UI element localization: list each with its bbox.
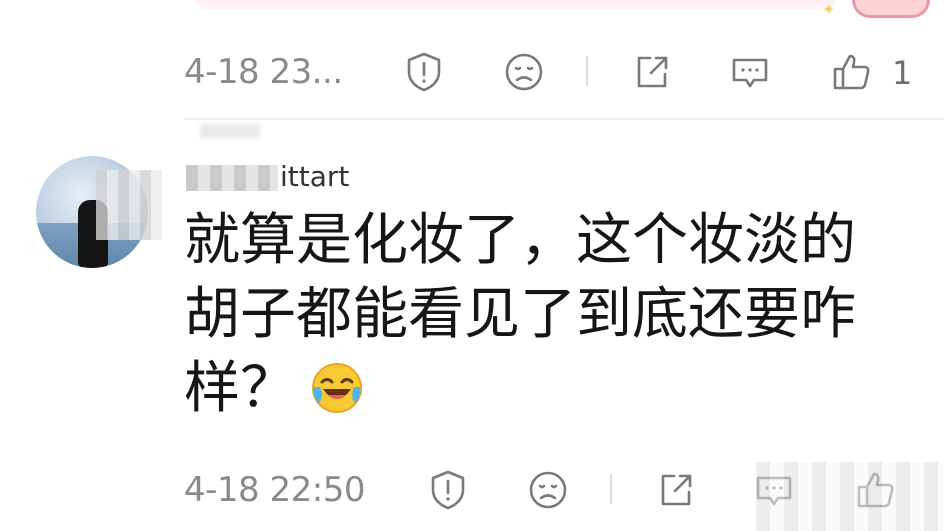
comment-body: 就算是化妆了，这个妆淡的 胡子都能看见了到底还要咋 样？ — [184, 204, 904, 426]
sticker-image-remnant — [852, 0, 930, 18]
reply-icon[interactable] — [728, 50, 772, 94]
report-icon[interactable] — [402, 50, 446, 94]
comment-divider — [184, 118, 944, 120]
previous-comment-action-bar: 4-18 23... 1 — [0, 42, 944, 102]
dislike-icon[interactable] — [502, 50, 546, 94]
laugh-cry-emoji — [310, 361, 364, 415]
comment-line: 就算是化妆了，这个妆淡的 — [184, 208, 856, 273]
redacted-area — [756, 462, 944, 531]
comment-timestamp: 4-18 22:50 — [184, 470, 365, 510]
like-count: 1 — [892, 54, 913, 92]
thumbs-up-icon[interactable] — [830, 50, 874, 94]
dislike-icon[interactable] — [526, 468, 570, 512]
redacted-area — [200, 124, 260, 138]
avatar-mosaic — [96, 170, 162, 240]
username-text: ittart — [280, 160, 350, 193]
action-divider — [586, 56, 588, 86]
comment-line: 胡子都能看见了到底还要咋 — [184, 282, 856, 347]
action-divider — [610, 474, 612, 504]
share-icon[interactable] — [630, 50, 674, 94]
comment-thread: ✦ 4-18 23... 1 ittart 就算是化妆了，这个妆淡的 胡子都能看… — [0, 0, 944, 531]
sparkle-icon: ✦ — [822, 0, 836, 19]
previous-comment-image-remnant — [196, 0, 836, 10]
report-icon[interactable] — [426, 468, 470, 512]
username-mask — [186, 165, 278, 191]
previous-comment-timestamp: 4-18 23... — [184, 52, 343, 92]
comment-username[interactable]: ittart — [186, 160, 349, 193]
comment-line: 样？ — [184, 352, 904, 426]
share-icon[interactable] — [654, 468, 698, 512]
